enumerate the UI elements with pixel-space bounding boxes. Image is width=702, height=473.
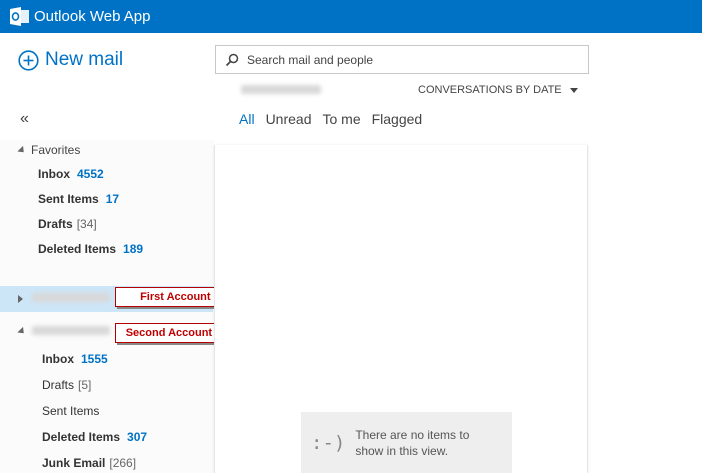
folder-name: Inbox (42, 352, 74, 366)
new-mail-button[interactable]: New mail (18, 49, 123, 71)
empty-list-text: There are no items to show in this view. (355, 427, 470, 458)
mailbox-owner-name (241, 85, 321, 94)
sort-label: CONVERSATIONS BY DATE (418, 84, 562, 96)
folder-count: [34] (76, 217, 97, 231)
expanded-triangle-icon (17, 145, 27, 155)
folder-name: Sent Items (42, 404, 100, 418)
expanded-triangle-icon (17, 326, 27, 336)
folder-name: Drafts (38, 217, 73, 231)
chevron-down-icon (569, 87, 578, 93)
favorites-label: Favorites (31, 143, 81, 157)
favorites-item-inbox[interactable]: Inbox 4552 (38, 167, 104, 181)
favorites-item-drafts[interactable]: Drafts [34] (38, 217, 97, 231)
primary-account-name (32, 293, 110, 302)
smiley-icon: :-) (311, 431, 346, 454)
collapsed-triangle-icon (18, 295, 23, 303)
folder-name: Drafts (42, 378, 75, 392)
app-title: Outlook Web App (34, 8, 151, 25)
favorites-header[interactable]: Favorites (17, 143, 81, 157)
folder-name: Deleted Items (38, 242, 117, 256)
folder-count: 307 (127, 430, 148, 444)
search-icon (225, 53, 239, 66)
filter-unread[interactable]: Unread (266, 111, 312, 127)
top-bar: Outlook Web App (0, 0, 702, 33)
account-folder-inbox[interactable]: Inbox 1555 (42, 352, 108, 366)
folder-name: Inbox (38, 167, 70, 181)
folder-count: 189 (123, 242, 144, 256)
folder-count: 17 (105, 192, 120, 206)
folder-count: [5] (78, 378, 92, 392)
list-filters: All Unread To me Flagged (239, 111, 433, 127)
additional-account-name (32, 326, 110, 335)
folder-name: Junk Email (42, 456, 106, 470)
account-folder-junk-email[interactable]: Junk Email [266] (42, 456, 136, 470)
outlook-logo-icon (10, 7, 29, 26)
search-input[interactable] (247, 52, 567, 67)
new-mail-label: New mail (45, 49, 124, 70)
conversations-sort-dropdown[interactable]: CONVERSATIONS BY DATE (418, 84, 578, 96)
account-folder-sent-items[interactable]: Sent Items (42, 404, 99, 418)
plus-circle-icon (18, 49, 39, 71)
account-folder-drafts[interactable]: Drafts [5] (42, 378, 91, 392)
filter-to-me[interactable]: To me (322, 111, 360, 127)
folder-count: [266] (109, 456, 137, 470)
empty-list-message: :-) There are no items to show in this v… (301, 412, 512, 473)
folder-count: 1555 (81, 352, 108, 366)
folder-name: Deleted Items (42, 430, 121, 444)
folder-name: Sent Items (38, 192, 99, 206)
search-box[interactable] (215, 45, 589, 74)
filter-all[interactable]: All (239, 111, 255, 127)
favorites-item-deleted-items[interactable]: Deleted Items 189 (38, 242, 143, 256)
account-folder-deleted-items[interactable]: Deleted Items 307 (42, 430, 147, 444)
collapse-folder-pane-button[interactable]: « (20, 110, 29, 128)
filter-flagged[interactable]: Flagged (372, 111, 423, 127)
folder-count: 4552 (77, 167, 104, 181)
favorites-item-sent-items[interactable]: Sent Items 17 (38, 192, 119, 206)
